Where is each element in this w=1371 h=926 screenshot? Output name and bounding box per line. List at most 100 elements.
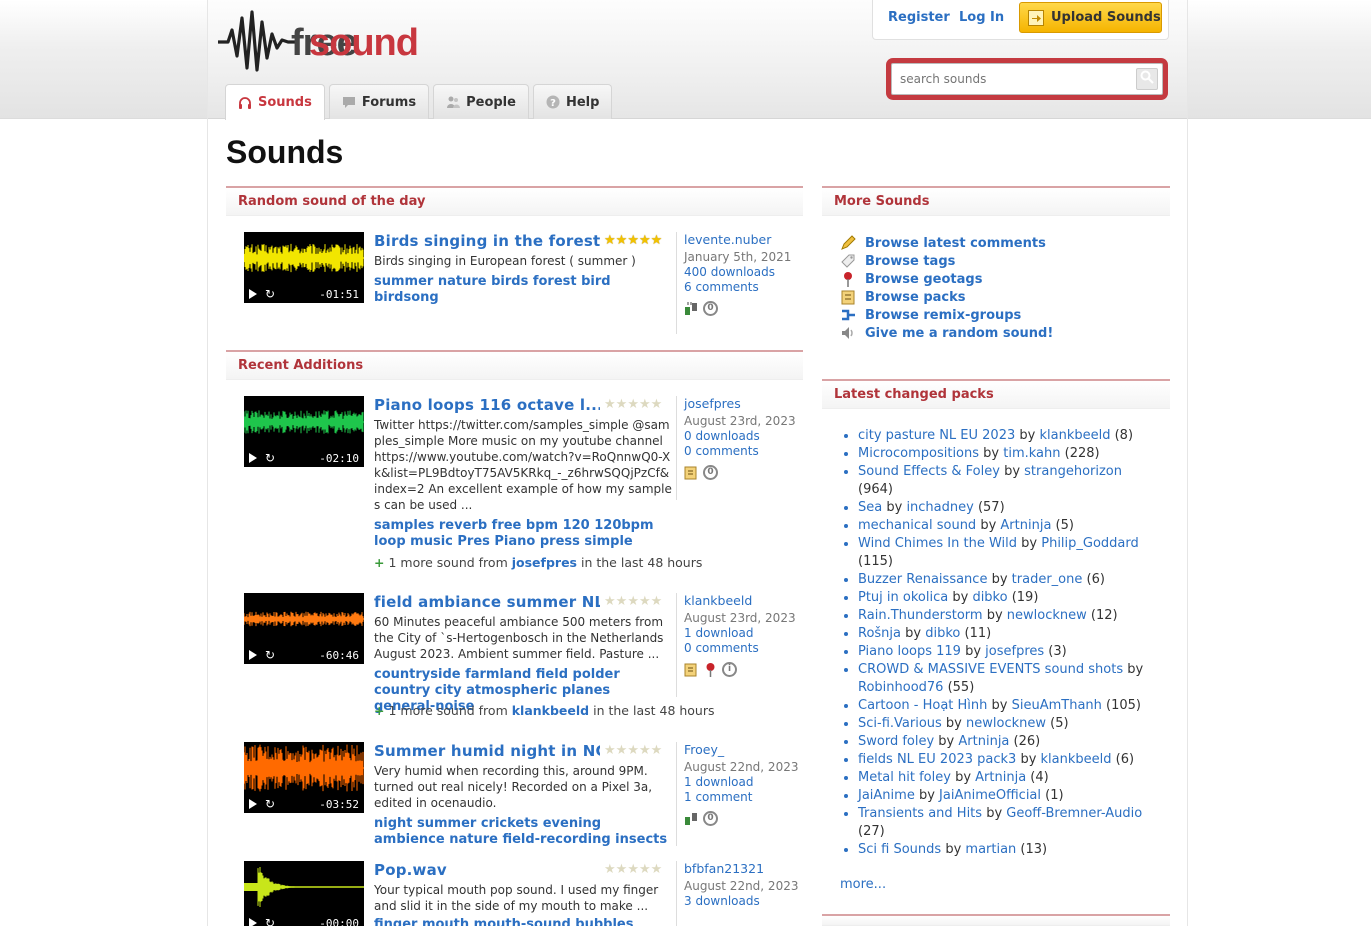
pack-name-link[interactable]: Microcompositions (858, 446, 979, 461)
comments-link[interactable]: 6 comments (684, 280, 801, 295)
sound-tags[interactable]: samples reverb free bpm 120 120bpm loop … (374, 518, 674, 550)
pack-name-link[interactable]: Rain.Thunderstorm (858, 608, 983, 623)
star-icon[interactable]: ★ (639, 863, 651, 876)
waveform-player[interactable]: ↻ -03:52 (244, 742, 364, 813)
freesound-logo[interactable]: free sound (218, 8, 463, 74)
star-icon[interactable]: ★ (627, 595, 639, 608)
search-button[interactable] (1136, 68, 1158, 90)
loop-icon[interactable]: ↻ (265, 287, 275, 301)
waveform-player[interactable]: ↻ -00:00 (244, 861, 364, 926)
pack-name-link[interactable]: Transients and Hits (858, 806, 982, 821)
pack-user-link[interactable]: strangehorizon (1024, 464, 1122, 479)
star-icon[interactable]: ★ (616, 234, 628, 247)
star-icon[interactable]: ★ (616, 398, 628, 411)
pack-user-link[interactable]: newlocknew (1007, 608, 1087, 623)
remix-icon[interactable] (684, 811, 699, 826)
more-item-label[interactable]: Browse remix-groups (865, 308, 1021, 323)
pack-name-link[interactable]: Piano loops 119 (858, 644, 961, 659)
sound-title[interactable]: field ambiance summer NL... (374, 593, 600, 611)
downloads-link[interactable]: 400 downloads (684, 265, 801, 280)
rating-stars[interactable]: ★ ★ ★ ★ ★ (604, 863, 662, 876)
waveform-player[interactable]: ↻ -01:51 (244, 232, 364, 303)
pack-user-link[interactable]: Philip_Goddard (1041, 536, 1139, 551)
more-item-label[interactable]: Browse latest comments (865, 236, 1046, 251)
more-item-label[interactable]: Give me a random sound! (865, 326, 1053, 341)
pack-name-link[interactable]: CROWD & MASSIVE EVENTS sound shots (858, 662, 1123, 677)
pack-user-link[interactable]: dibko (972, 590, 1007, 605)
sound-title[interactable]: Summer humid night in NC (374, 742, 600, 760)
sound-user-link[interactable]: levente.nuber (684, 232, 801, 247)
sound-tags[interactable]: summer nature birds forest bird birdsong (374, 274, 674, 306)
star-icon[interactable]: ★ (639, 234, 651, 247)
pack-user-link[interactable]: Geoff-Bremner-Audio (1006, 806, 1142, 821)
sound-user-link[interactable]: Froey_ (684, 742, 801, 757)
pack-name-link[interactable]: Sci fi Sounds (858, 842, 941, 857)
pack-user-link[interactable]: klankbeeld (1041, 752, 1112, 767)
pack-user-link[interactable]: inchadney (906, 500, 973, 515)
pack-user-link[interactable]: Artninja (958, 734, 1009, 749)
star-icon[interactable]: ★ (604, 744, 616, 757)
star-icon[interactable]: ★ (616, 595, 628, 608)
downloads-link[interactable]: 3 downloads (684, 894, 801, 909)
pack-name-link[interactable]: JaiAnime (858, 788, 915, 803)
remix-icon[interactable] (684, 301, 699, 316)
star-icon[interactable]: ★ (651, 595, 663, 608)
comments-link[interactable]: 0 comments (684, 641, 801, 656)
comments-link[interactable]: 1 comment (684, 790, 801, 805)
pack-name-link[interactable]: Cartoon - Hoạt Hình (858, 698, 987, 713)
pack-user-link[interactable]: JaiAnimeOfficial (939, 788, 1041, 803)
pack-name-link[interactable]: mechanical sound (858, 518, 976, 533)
star-icon[interactable]: ★ (627, 398, 639, 411)
star-icon[interactable]: ★ (639, 595, 651, 608)
star-icon[interactable]: ★ (651, 744, 663, 757)
register-link[interactable]: Register (888, 10, 950, 25)
play-icon[interactable] (249, 650, 257, 660)
downloads-link[interactable]: 1 download (684, 626, 801, 641)
star-icon[interactable]: ★ (604, 863, 616, 876)
star-icon[interactable]: ★ (651, 863, 663, 876)
pack-user-link[interactable]: newlocknew (966, 716, 1046, 731)
pack-user-link[interactable]: Robinhood76 (858, 680, 943, 695)
pack-user-link[interactable]: Artninja (975, 770, 1026, 785)
pack-icon[interactable] (684, 662, 699, 677)
tab-forums[interactable]: Forums (328, 84, 430, 119)
more-packs-link[interactable]: more... (840, 877, 886, 892)
star-icon[interactable]: ★ (604, 398, 616, 411)
star-icon[interactable]: ★ (651, 234, 663, 247)
sound-title[interactable]: Piano loops 116 octave l... (374, 396, 600, 414)
waveform-player[interactable]: ↻ -60:46 (244, 593, 364, 664)
pack-user-link[interactable]: Artninja (1000, 518, 1051, 533)
cc-zero-license-icon[interactable]: 0 (703, 465, 718, 480)
cc-zero-license-icon[interactable]: 0 (703, 301, 718, 316)
star-icon[interactable]: ★ (627, 863, 639, 876)
login-link[interactable]: Log In (959, 10, 1004, 25)
more-from-user-link[interactable]: josefpres (512, 555, 577, 570)
play-icon[interactable] (249, 453, 257, 463)
random-sound-link[interactable]: Give me a random sound! (840, 324, 1053, 342)
tab-help[interactable]: ? Help (532, 84, 613, 119)
pack-user-link[interactable]: klankbeeld (1039, 428, 1110, 443)
star-icon[interactable]: ★ (627, 234, 639, 247)
star-icon[interactable]: ★ (616, 863, 628, 876)
rating-stars[interactable]: ★ ★ ★ ★ ★ (604, 595, 662, 608)
pack-user-link[interactable]: tim.kahn (1003, 446, 1060, 461)
loop-icon[interactable]: ↻ (265, 451, 275, 465)
play-icon[interactable] (249, 918, 257, 926)
pack-name-link[interactable]: Rošnja (858, 626, 901, 641)
star-icon[interactable]: ★ (651, 398, 663, 411)
browse-geotags-link[interactable]: Browse geotags (840, 270, 1053, 288)
rating-stars[interactable]: ★ ★ ★ ★ ★ (604, 398, 662, 411)
more-from-user-link[interactable]: klankbeeld (512, 703, 589, 718)
downloads-link[interactable]: 0 downloads (684, 429, 801, 444)
browse-remix-groups-link[interactable]: Browse remix-groups (840, 306, 1053, 324)
star-icon[interactable]: ★ (627, 744, 639, 757)
star-icon[interactable]: ★ (639, 398, 651, 411)
loop-icon[interactable]: ↻ (265, 916, 275, 926)
pack-user-link[interactable]: martian (965, 842, 1016, 857)
pack-icon[interactable] (684, 465, 699, 480)
search-input[interactable] (891, 63, 1163, 95)
star-icon[interactable]: ★ (604, 595, 616, 608)
sound-user-link[interactable]: josefpres (684, 396, 801, 411)
tab-sounds[interactable]: Sounds (225, 84, 325, 120)
star-icon[interactable]: ★ (616, 744, 628, 757)
